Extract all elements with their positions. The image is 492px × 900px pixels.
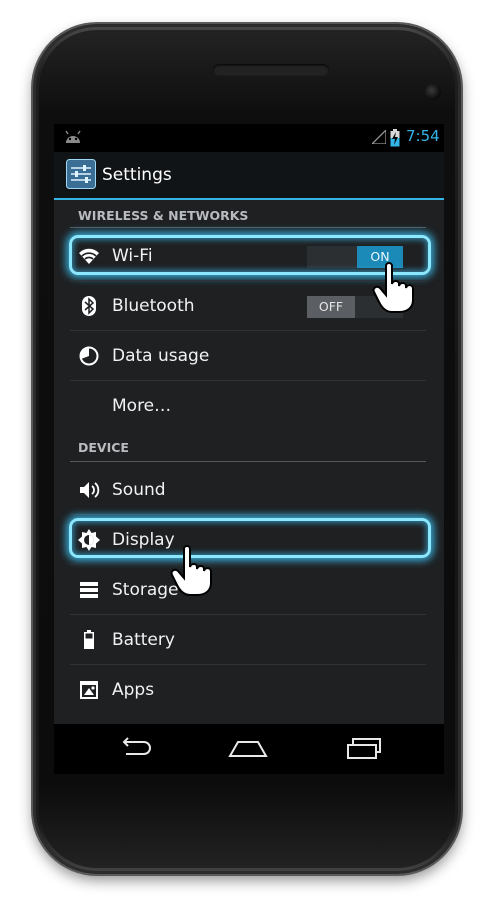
home-icon[interactable] xyxy=(228,736,268,760)
section-header-wireless: WIRELESS & NETWORKS xyxy=(78,208,249,223)
battery-icon xyxy=(84,630,94,649)
back-icon[interactable] xyxy=(116,736,152,760)
section-divider xyxy=(70,461,426,462)
status-bar: 7:54 xyxy=(54,124,444,152)
storage-label: Storage xyxy=(112,580,179,600)
apps-icon xyxy=(80,681,98,699)
more-label: More… xyxy=(112,396,172,416)
row-divider xyxy=(70,664,426,665)
settings-item-data-usage[interactable]: Data usage xyxy=(54,332,444,380)
settings-item-more[interactable]: More… xyxy=(54,382,444,430)
pointing-hand-icon xyxy=(372,262,414,313)
battery-label: Battery xyxy=(112,630,175,650)
battery-charging-icon xyxy=(390,129,400,147)
sound-label: Sound xyxy=(112,480,166,500)
settings-item-sound[interactable]: Sound xyxy=(54,466,444,514)
apps-label: Apps xyxy=(112,680,155,700)
front-camera xyxy=(425,84,441,100)
bluetooth-label: Bluetooth xyxy=(112,296,195,316)
row-divider xyxy=(70,514,426,515)
sound-icon xyxy=(80,482,100,498)
row-divider xyxy=(70,564,426,565)
signal-icon xyxy=(372,130,386,144)
recent-apps-icon[interactable] xyxy=(344,736,384,760)
settings-item-battery[interactable]: Battery xyxy=(54,616,444,664)
settings-item-storage[interactable]: Storage xyxy=(54,566,444,614)
row-divider xyxy=(70,330,426,331)
data-usage-icon xyxy=(79,346,99,366)
android-icon xyxy=(65,130,81,143)
settings-app-icon[interactable] xyxy=(66,159,96,189)
earpiece-speaker xyxy=(213,64,329,76)
section-header-device: DEVICE xyxy=(78,440,129,455)
page-title: Settings xyxy=(102,165,172,185)
settings-item-apps[interactable]: Apps xyxy=(54,666,444,714)
navigation-bar xyxy=(54,724,444,774)
pointing-hand-icon xyxy=(170,545,212,596)
data-usage-label: Data usage xyxy=(112,346,210,366)
status-clock: 7:54 xyxy=(406,127,440,145)
screen: 7:54 Settings WIRELESS & NETWORKS Wi-Fi … xyxy=(54,124,444,774)
bluetooth-icon xyxy=(82,296,96,316)
storage-icon xyxy=(80,582,98,598)
row-divider xyxy=(70,614,426,615)
section-divider xyxy=(70,227,426,228)
action-bar: Settings xyxy=(54,152,444,200)
display-highlight-frame xyxy=(69,518,431,558)
row-divider xyxy=(70,380,426,381)
bluetooth-toggle-state: OFF xyxy=(307,296,355,318)
